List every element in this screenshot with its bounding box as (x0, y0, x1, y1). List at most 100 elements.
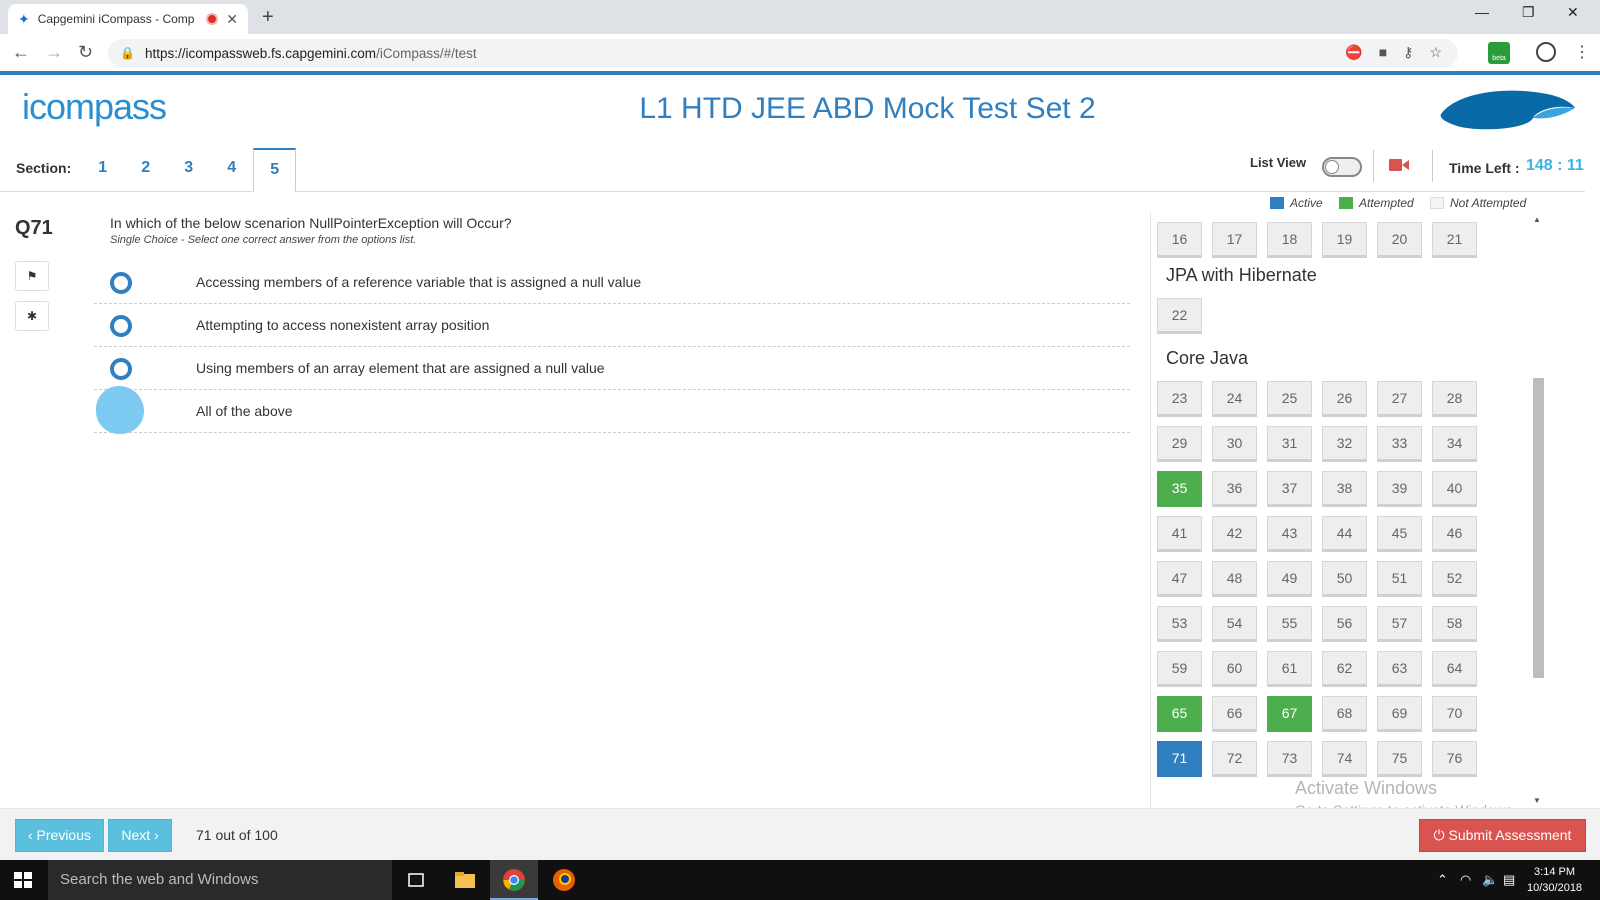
submit-assessment-button[interactable]: ⏻ Submit Assessment (1419, 819, 1586, 852)
forward-arrow-icon[interactable]: → (45, 42, 63, 63)
task-view-icon[interactable] (404, 868, 428, 892)
radio-button[interactable] (110, 272, 132, 294)
question-button[interactable]: 75 (1377, 741, 1422, 777)
back-arrow-icon[interactable]: ← (12, 42, 30, 63)
question-button[interactable]: 22 (1157, 298, 1202, 334)
selected-radio-button[interactable] (96, 386, 144, 434)
question-button[interactable]: 68 (1322, 696, 1367, 732)
question-button[interactable]: 18 (1267, 222, 1312, 258)
section-tab-1[interactable]: 1 (81, 148, 124, 192)
question-button[interactable]: 62 (1322, 651, 1367, 687)
restore-window-button[interactable]: ❐ (1522, 4, 1535, 21)
extension-icon[interactable]: beta (1488, 42, 1510, 64)
question-button[interactable]: 40 (1432, 471, 1477, 507)
radio-button[interactable] (110, 315, 132, 337)
question-button[interactable]: 45 (1377, 516, 1422, 552)
chrome-taskbar-item[interactable] (490, 860, 538, 900)
question-button[interactable]: 55 (1267, 606, 1312, 642)
question-button[interactable]: 54 (1212, 606, 1257, 642)
question-button[interactable]: 69 (1377, 696, 1422, 732)
reload-icon[interactable]: ↻ (78, 42, 93, 63)
bookmark-star-icon[interactable]: ☆ (1429, 44, 1442, 61)
taskbar-clock[interactable]: 3:14 PM 10/30/2018 (1527, 864, 1582, 896)
question-button[interactable]: 41 (1157, 516, 1202, 552)
minimize-window-button[interactable]: — (1475, 4, 1489, 20)
report-bug-button[interactable]: ✱ (15, 301, 49, 331)
question-button[interactable]: 24 (1212, 381, 1257, 417)
scroll-up-icon[interactable]: ▲ (1533, 215, 1541, 224)
radio-button[interactable] (110, 358, 132, 380)
question-button[interactable]: 44 (1322, 516, 1367, 552)
key-icon[interactable]: ⚷ (1403, 44, 1413, 61)
scroll-down-icon[interactable]: ▼ (1533, 796, 1541, 805)
question-button[interactable]: 25 (1267, 381, 1312, 417)
notifications-icon[interactable]: ▤ (1503, 872, 1515, 888)
question-button[interactable]: 47 (1157, 561, 1202, 597)
close-tab-icon[interactable]: ✕ (226, 11, 238, 28)
question-button[interactable]: 43 (1267, 516, 1312, 552)
question-button[interactable]: 73 (1267, 741, 1312, 777)
profile-avatar-icon[interactable] (1536, 42, 1556, 62)
answer-option[interactable]: Attempting to access nonexistent array p… (94, 304, 1130, 347)
question-button[interactable]: 35 (1157, 471, 1202, 507)
question-button[interactable]: 39 (1377, 471, 1422, 507)
new-tab-button[interactable]: + (262, 6, 274, 29)
question-button[interactable]: 60 (1212, 651, 1257, 687)
question-button[interactable]: 23 (1157, 381, 1202, 417)
question-button[interactable]: 48 (1212, 561, 1257, 597)
camera-icon[interactable]: ■ (1379, 44, 1387, 61)
question-button[interactable]: 71 (1157, 741, 1202, 777)
scrollbar-thumb[interactable] (1533, 378, 1544, 678)
question-button[interactable]: 50 (1322, 561, 1367, 597)
answer-option[interactable]: Using members of an array element that a… (94, 347, 1130, 390)
list-view-toggle[interactable] (1322, 157, 1362, 177)
section-tab-2[interactable]: 2 (124, 148, 167, 192)
question-button[interactable]: 27 (1377, 381, 1422, 417)
question-button[interactable]: 34 (1432, 426, 1477, 462)
question-button[interactable]: 57 (1377, 606, 1422, 642)
question-button[interactable]: 32 (1322, 426, 1367, 462)
question-button[interactable]: 42 (1212, 516, 1257, 552)
volume-muted-icon[interactable]: 🔈 (1482, 872, 1498, 888)
question-button[interactable]: 53 (1157, 606, 1202, 642)
section-tab-5[interactable]: 5 (253, 148, 297, 192)
question-button[interactable]: 17 (1212, 222, 1257, 258)
question-button[interactable]: 51 (1377, 561, 1422, 597)
question-button[interactable]: 21 (1432, 222, 1477, 258)
question-button[interactable]: 52 (1432, 561, 1477, 597)
answer-option[interactable]: All of the above (94, 390, 1130, 433)
question-button[interactable]: 59 (1157, 651, 1202, 687)
palette-scrollbar[interactable]: ▲ ▼ (1530, 212, 1546, 808)
question-button[interactable]: 28 (1432, 381, 1477, 417)
question-button[interactable]: 61 (1267, 651, 1312, 687)
question-button[interactable]: 58 (1432, 606, 1477, 642)
question-button[interactable]: 38 (1322, 471, 1367, 507)
question-button[interactable]: 33 (1377, 426, 1422, 462)
question-button[interactable]: 65 (1157, 696, 1202, 732)
question-button[interactable]: 56 (1322, 606, 1367, 642)
question-button[interactable]: 19 (1322, 222, 1367, 258)
section-tab-4[interactable]: 4 (210, 148, 253, 192)
question-button[interactable]: 29 (1157, 426, 1202, 462)
next-button[interactable]: Next › (108, 819, 172, 852)
firefox-icon[interactable] (552, 868, 576, 892)
question-button[interactable]: 36 (1212, 471, 1257, 507)
close-window-button[interactable]: ✕ (1567, 4, 1579, 21)
question-button[interactable]: 16 (1157, 222, 1202, 258)
question-button[interactable]: 31 (1267, 426, 1312, 462)
question-button[interactable]: 74 (1322, 741, 1367, 777)
question-button[interactable]: 30 (1212, 426, 1257, 462)
question-button[interactable]: 64 (1432, 651, 1477, 687)
question-button[interactable]: 66 (1212, 696, 1257, 732)
windows-start-icon[interactable] (14, 872, 32, 888)
question-button[interactable]: 37 (1267, 471, 1312, 507)
show-hidden-icons[interactable]: ⌃ (1437, 872, 1448, 888)
question-button[interactable]: 70 (1432, 696, 1477, 732)
taskbar-search[interactable]: Search the web and Windows (48, 860, 392, 900)
flag-question-button[interactable]: ⚑ (15, 261, 49, 291)
question-button[interactable]: 67 (1267, 696, 1312, 732)
question-button[interactable]: 76 (1432, 741, 1477, 777)
wifi-icon[interactable]: ◠ (1460, 872, 1471, 888)
question-button[interactable]: 72 (1212, 741, 1257, 777)
section-tab-3[interactable]: 3 (167, 148, 210, 192)
